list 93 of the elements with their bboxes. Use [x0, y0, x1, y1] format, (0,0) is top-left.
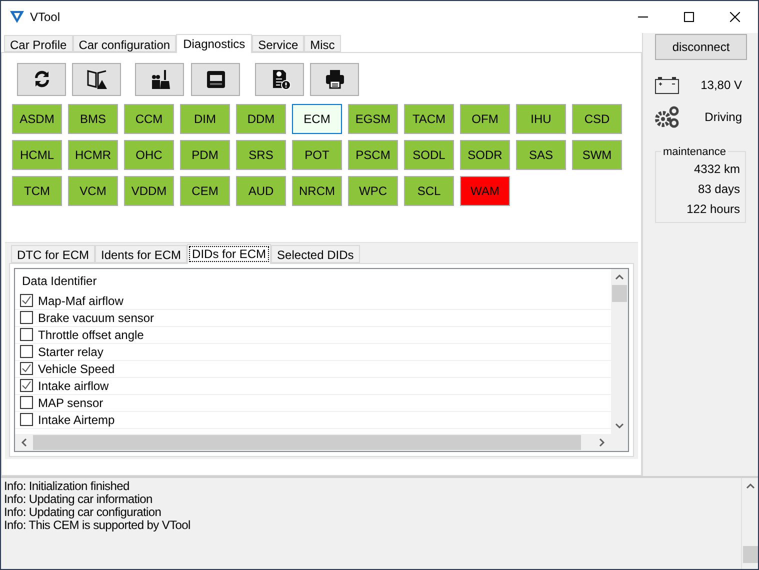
checkbox[interactable]	[20, 413, 33, 426]
manual-icon	[86, 68, 108, 90]
module-button[interactable]: IHU	[516, 104, 566, 134]
voltage-value: 13,80 V	[700, 77, 742, 94]
app-logo-icon	[10, 11, 24, 23]
checkbox[interactable]	[20, 328, 33, 342]
module-button[interactable]: TCM	[12, 176, 62, 206]
scroll-thumb[interactable]	[33, 434, 581, 450]
tab[interactable]: Car configuration	[72, 34, 176, 52]
tab[interactable]: Diagnostics	[176, 34, 252, 53]
tab[interactable]: Service	[252, 34, 304, 52]
module-button[interactable]: VCM	[68, 176, 118, 206]
scroll-left-icon	[21, 438, 27, 447]
did-label: Vehicle Speed	[38, 360, 115, 378]
did-label: Intake Airtemp	[38, 412, 115, 429]
module-button[interactable]: AUD	[236, 176, 286, 206]
toolbar-button[interactable]	[255, 62, 304, 96]
maintenance-value: 4332 km	[694, 161, 740, 178]
module-button[interactable]: ASDM	[12, 104, 62, 134]
module-button[interactable]: POT	[292, 140, 342, 170]
disconnect-button[interactable]: disconnect	[655, 34, 747, 60]
toolbar-button[interactable]	[135, 62, 184, 96]
module-button[interactable]: NRCM	[292, 176, 342, 206]
module-button[interactable]: SODL	[404, 140, 454, 170]
module-button[interactable]: HCMR	[68, 140, 118, 170]
toolbar-button[interactable]	[191, 62, 240, 96]
module-button[interactable]: DDM	[236, 104, 286, 134]
did-label: MAP sensor	[38, 394, 104, 412]
module-button[interactable]: SWM	[572, 140, 622, 170]
toolbar-button[interactable]	[310, 62, 359, 96]
module-button[interactable]: PDM	[180, 140, 230, 170]
module-button[interactable]: SRS	[236, 140, 286, 170]
tab[interactable]: DTC for ECM	[11, 244, 95, 263]
module-button[interactable]: CCM	[124, 104, 174, 134]
module-button[interactable]: CEM	[180, 176, 230, 206]
tab[interactable]: Idents for ECM	[95, 244, 188, 263]
window-title: VTool	[30, 9, 60, 26]
module-button[interactable]: ECM	[292, 104, 342, 134]
checkbox[interactable]	[20, 396, 33, 410]
scroll-up-icon	[746, 483, 754, 489]
module-button[interactable]: SAS	[516, 140, 566, 170]
module-button[interactable]: PSCM	[348, 140, 398, 170]
module-button[interactable]: OHC	[124, 140, 174, 170]
module-button[interactable]: HCML	[12, 140, 62, 170]
tab[interactable]: Car Profile	[4, 34, 73, 52]
module-button[interactable]: DIM	[180, 104, 230, 134]
vertical-scrollbar[interactable]	[611, 268, 628, 434]
toolbar-button[interactable]	[17, 62, 66, 96]
did-label: Intake airflow	[38, 378, 109, 395]
module-button[interactable]: BMS	[68, 104, 118, 134]
tab[interactable]: Misc	[304, 34, 341, 52]
module-button[interactable]: CSD	[572, 104, 622, 134]
module-button[interactable]: VDDM	[124, 176, 174, 206]
checkbox[interactable]	[20, 379, 33, 392]
scroll-thumb[interactable]	[742, 546, 758, 563]
log-scrollbar[interactable]	[741, 478, 758, 569]
scroll-thumb[interactable]	[612, 284, 627, 302]
scroll-right-icon	[599, 438, 605, 447]
checkbox[interactable]	[20, 362, 33, 376]
display-icon	[204, 68, 226, 90]
log-line: Info: Updating car configuration	[4, 506, 162, 519]
module-button[interactable]: WAM	[460, 176, 510, 206]
did-label: Map-Maf airflow	[38, 292, 124, 310]
print-icon	[324, 68, 346, 90]
checkbox[interactable]	[20, 294, 33, 308]
toolbar-button[interactable]	[72, 62, 121, 96]
gears-icon	[655, 106, 679, 128]
log-line: Info: Updating car information	[4, 493, 154, 506]
tab[interactable]: Selected DIDs	[271, 244, 360, 263]
module-button[interactable]: TACM	[404, 104, 454, 134]
column-header: Data Identifier	[21, 272, 98, 290]
checkbox[interactable]	[20, 345, 33, 358]
module-button[interactable]: SODR	[460, 140, 510, 170]
maximize-icon	[684, 12, 694, 22]
module-button[interactable]: WPC	[348, 176, 398, 206]
scroll-up-icon	[615, 274, 624, 280]
log-line: Info: This CEM is supported by VTool	[4, 519, 192, 532]
tab[interactable]: DIDs for ECM	[187, 244, 272, 264]
did-label: Brake vacuum sensor	[38, 310, 154, 327]
horizontal-scrollbar[interactable]	[15, 434, 628, 451]
did-label: Starter relay	[38, 344, 104, 361]
module-button[interactable]: SCL	[404, 176, 454, 206]
maintenance-value: 122 hours	[686, 201, 740, 218]
scroll-down-icon	[615, 422, 624, 429]
maintenance-value: 83 days	[698, 181, 740, 198]
checkbox[interactable]	[20, 311, 33, 324]
battery-icon	[655, 76, 679, 94]
drive-state: Driving	[704, 109, 742, 126]
did-label: Throttle offset angle	[38, 326, 144, 344]
module-button[interactable]: OFM	[460, 104, 510, 134]
close-icon	[730, 12, 740, 22]
log-line: Info: Initialization finished	[4, 480, 130, 493]
module-button[interactable]: EGSM	[348, 104, 398, 134]
